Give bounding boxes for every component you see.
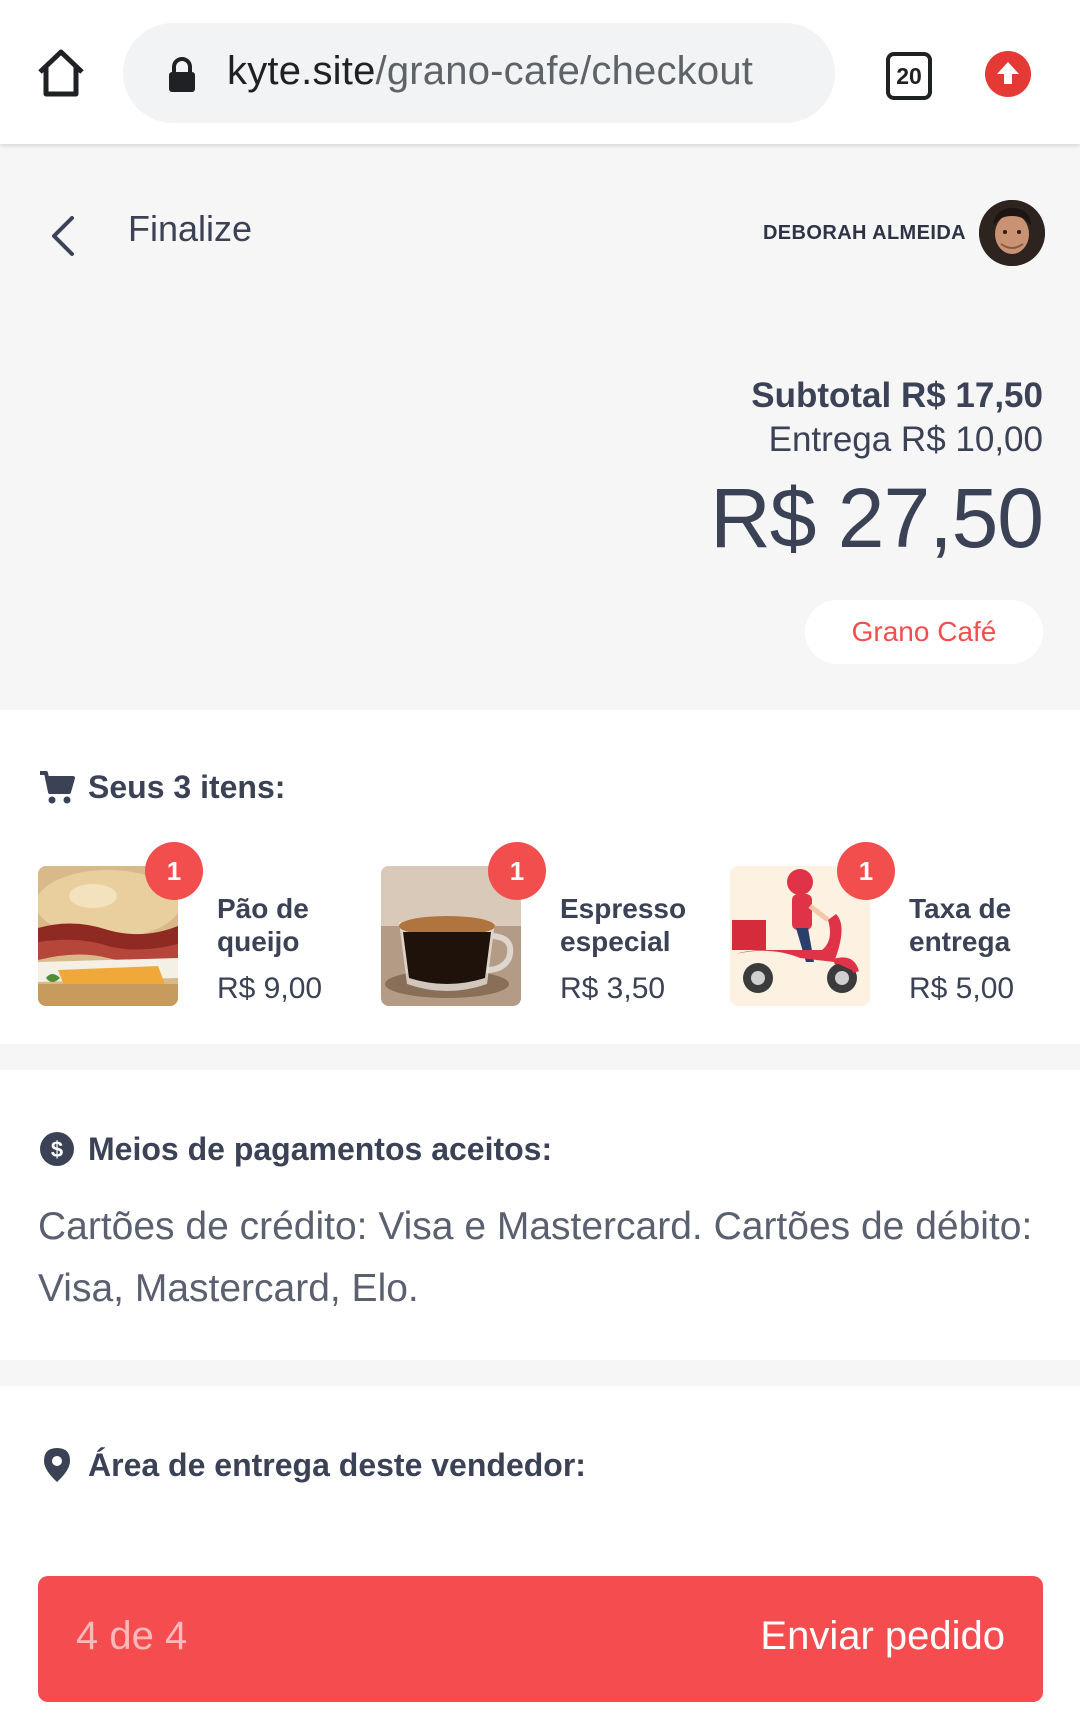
item-price: R$ 9,00 (217, 972, 323, 1005)
delivery-area-section: Área de entrega deste vendedor: (0, 1386, 1080, 1546)
page-title: Finalize (128, 208, 253, 249)
item-quantity-badge: 1 (145, 842, 203, 900)
url-path: /grano-cafe/checkout (375, 49, 754, 93)
user-name[interactable]: DEBORAH ALMEIDA (763, 222, 966, 245)
items-heading-text: Seus 3 itens: (88, 768, 286, 805)
section-divider (0, 1044, 1080, 1070)
dollar-icon: $ (38, 1130, 76, 1168)
browser-toolbar: kyte.site/grano-cafe/checkout 20 (0, 0, 1080, 144)
list-item[interactable]: 1 Pão de queijo R$ 9,00 (38, 842, 368, 1026)
location-pin-icon (38, 1446, 76, 1484)
order-summary: Finalize DEBORAH ALMEIDA Subtotal R$ 17,… (0, 144, 1080, 710)
item-quantity-badge: 1 (837, 842, 895, 900)
svg-text:$: $ (51, 1137, 63, 1162)
items-section: Seus 3 itens: 1 Pão de queijo R$ 9,00 1 … (0, 710, 1080, 1044)
items-heading: Seus 3 itens: (38, 768, 285, 806)
submit-order-label: Enviar pedido (760, 1614, 1005, 1658)
step-counter: 4 de 4 (76, 1614, 188, 1658)
payments-heading: $ Meios de pagamentos aceitos: (38, 1130, 552, 1168)
item-name: Espresso especial (560, 893, 687, 957)
total-amount: R$ 27,50 (710, 471, 1044, 565)
store-name-badge[interactable]: Grano Café (805, 600, 1043, 664)
item-price: R$ 3,50 (560, 972, 666, 1005)
payments-heading-text: Meios de pagamentos aceitos: (88, 1130, 553, 1167)
address-bar[interactable]: kyte.site/grano-cafe/checkout (123, 23, 835, 123)
item-quantity-badge: 1 (488, 842, 546, 900)
payment-methods-section: $ Meios de pagamentos aceitos: Cartões d… (0, 1070, 1080, 1360)
lock-icon (167, 57, 197, 93)
delivery-fee: Entrega R$ 10,00 (768, 420, 1043, 459)
submit-order-button[interactable]: 4 de 4 Enviar pedido (38, 1576, 1043, 1702)
item-price: R$ 5,00 (909, 972, 1015, 1005)
url-text: kyte.site/grano-cafe/checkout (227, 49, 753, 94)
cart-icon (38, 768, 76, 806)
item-name: Taxa de entrega (909, 893, 1012, 957)
item-name: Pão de queijo (217, 893, 309, 957)
subtotal-amount: Subtotal R$ 17,50 (751, 376, 1043, 415)
list-item[interactable]: 1 Taxa de entrega R$ 5,00 (730, 842, 1060, 1026)
tab-switcher-button[interactable]: 20 (886, 52, 932, 100)
avatar[interactable] (979, 200, 1045, 266)
list-item[interactable]: 1 Espresso especial R$ 3,50 (381, 842, 711, 1026)
bottom-action-bar: 4 de 4 Enviar pedido (0, 1546, 1080, 1734)
home-icon[interactable] (32, 44, 90, 102)
delivery-area-heading: Área de entrega deste vendedor: (38, 1446, 586, 1484)
payments-description: Cartões de crédito: Visa e Mastercard. C… (38, 1205, 1033, 1310)
url-domain: kyte.site (227, 49, 376, 93)
section-divider (0, 1360, 1080, 1386)
update-icon[interactable] (985, 51, 1031, 97)
delivery-area-heading-text: Área de entrega deste vendedor: (88, 1446, 586, 1483)
back-icon[interactable] (44, 208, 84, 264)
